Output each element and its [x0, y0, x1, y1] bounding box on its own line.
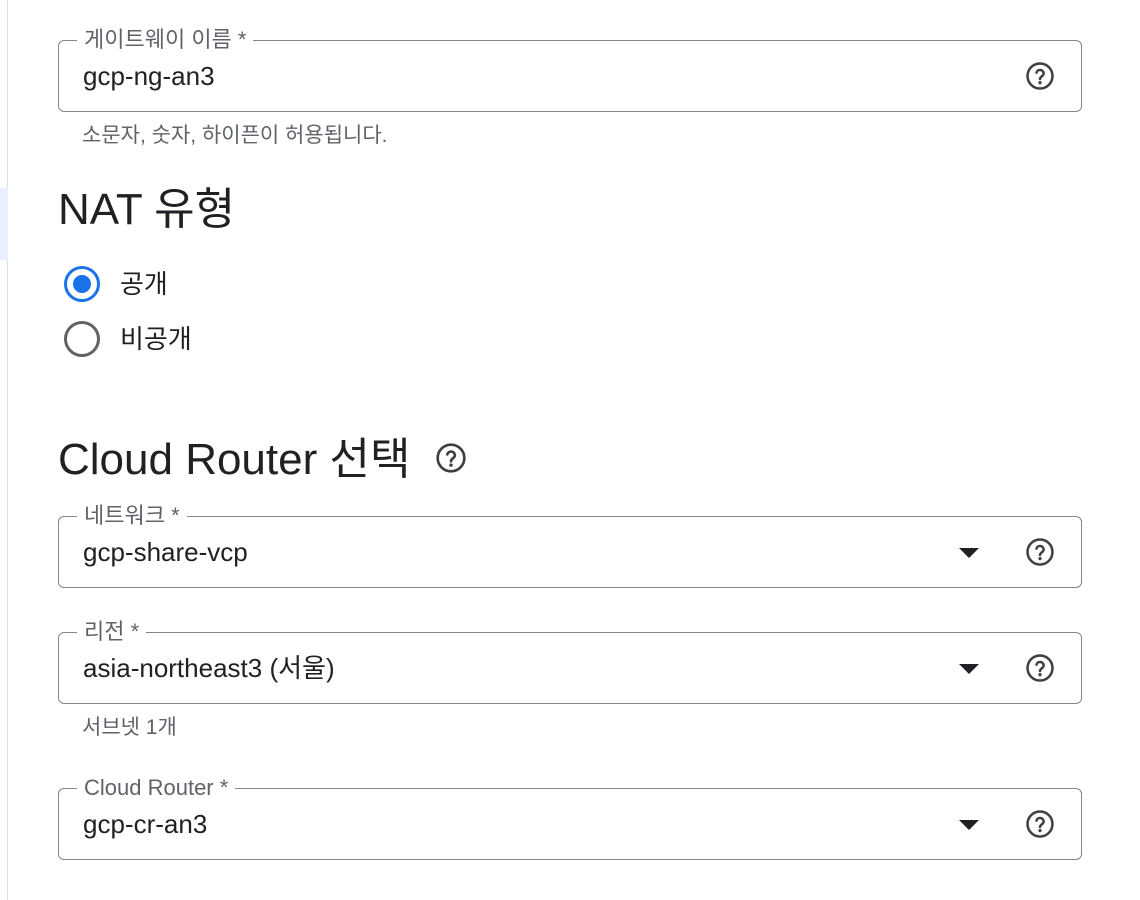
network-select[interactable]: 네트워크 * gcp-share-vcp: [58, 503, 1082, 588]
nat-type-option-public[interactable]: 공개: [64, 262, 168, 306]
nat-type-option-label: 공개: [120, 269, 168, 299]
network-value[interactable]: gcp-share-vcp: [83, 536, 248, 568]
gateway-name-input[interactable]: gcp-ng-an3: [83, 60, 215, 92]
cloud-router-label: Cloud Router *: [77, 775, 236, 801]
nat-type-option-label: 비공개: [120, 324, 192, 354]
gateway-name-label: 게이트웨이 이름 *: [77, 27, 254, 53]
region-hint: 서브넷 1개: [82, 716, 177, 739]
nat-type-title: NAT 유형: [58, 185, 236, 234]
help-circle-icon[interactable]: [435, 442, 467, 474]
left-panel-selected-indicator: [0, 188, 8, 260]
gateway-name-field[interactable]: 게이트웨이 이름 * gcp-ng-an3: [58, 27, 1082, 112]
nat-type-option-private[interactable]: 비공개: [64, 317, 192, 361]
region-label: 리전 *: [77, 619, 147, 645]
caret-down-icon[interactable]: [959, 548, 979, 558]
caret-down-icon[interactable]: [959, 664, 979, 674]
help-circle-icon[interactable]: [1025, 537, 1055, 567]
gateway-name-hint: 소문자, 숫자, 하이픈이 허용됩니다.: [82, 124, 388, 147]
region-value[interactable]: asia-northeast3 (서울): [83, 652, 335, 684]
caret-down-icon[interactable]: [959, 820, 979, 830]
cloud-router-section-title: Cloud Router 선택: [58, 434, 467, 486]
help-circle-icon[interactable]: [1025, 61, 1055, 91]
network-label: 네트워크 *: [77, 503, 187, 529]
region-select[interactable]: 리전 * asia-northeast3 (서울): [58, 619, 1082, 704]
help-circle-icon[interactable]: [1025, 809, 1055, 839]
left-panel-edge: [0, 0, 8, 900]
cloud-router-select[interactable]: Cloud Router * gcp-cr-an3: [58, 775, 1082, 860]
radio-unchecked-icon[interactable]: [64, 321, 100, 357]
help-circle-icon[interactable]: [1025, 653, 1055, 683]
cloud-router-section-title-text: Cloud Router 선택: [58, 435, 411, 484]
cloud-router-value[interactable]: gcp-cr-an3: [83, 808, 207, 840]
radio-checked-icon[interactable]: [64, 266, 100, 302]
